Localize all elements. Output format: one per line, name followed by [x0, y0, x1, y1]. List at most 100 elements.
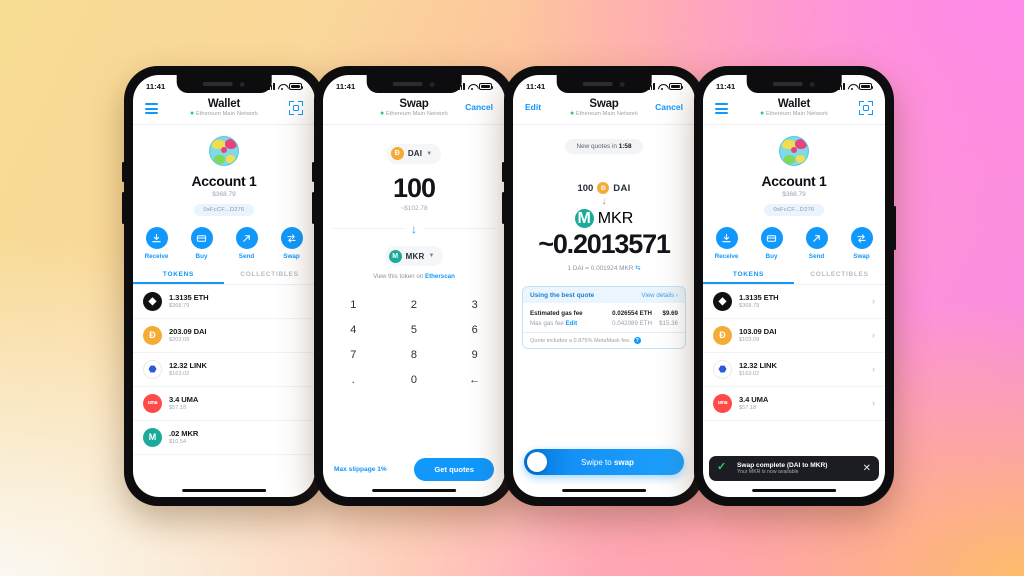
edit-link[interactable]: Edit: [525, 98, 541, 112]
quote-fee-rows: Estimated gas fee 0.026554 ETH $9.69 Max…: [523, 303, 685, 332]
help-icon[interactable]: ?: [633, 337, 641, 345]
home-indicator: [752, 489, 836, 492]
key-4[interactable]: 4: [323, 317, 384, 342]
avatar: [779, 136, 809, 166]
tab-collectibles[interactable]: COLLECTIBLES: [794, 271, 885, 284]
key-decimal[interactable]: .: [323, 367, 384, 392]
header-titles: Wallet ● Ethereum Main Network: [703, 98, 885, 117]
swap-button[interactable]: Swap: [276, 227, 308, 260]
edit-gas-link[interactable]: Edit: [565, 320, 577, 327]
receive-button[interactable]: Receive: [141, 227, 173, 260]
scan-qr-icon[interactable]: [859, 101, 873, 115]
account-balance: $368.79: [782, 191, 806, 198]
quote-to-symbol: MKR: [597, 209, 634, 227]
key-5[interactable]: 5: [384, 317, 445, 342]
account-address-pill[interactable]: 0xFcCF...D276: [193, 204, 255, 216]
etherscan-link[interactable]: Etherscan: [425, 273, 455, 280]
app-header: Edit Swap ● Ethereum Main Network Cancel: [513, 95, 695, 125]
get-quotes-button[interactable]: Get quotes: [414, 458, 494, 481]
chevron-down-icon: ▼: [428, 253, 435, 259]
chevron-right-icon: ›: [872, 398, 875, 408]
status-time: 11:41: [336, 82, 356, 91]
receive-label: Receive: [714, 252, 739, 260]
cancel-link[interactable]: Cancel: [655, 98, 683, 112]
hamburger-menu-icon[interactable]: [145, 98, 158, 115]
key-9[interactable]: 9: [444, 342, 505, 367]
key-0[interactable]: 0: [384, 367, 445, 392]
quote-to-row: M MKR: [513, 209, 695, 228]
swipe-to-swap-slider[interactable]: Swipe to swap: [524, 449, 684, 475]
phone-wallet-right: 11:41 Wallet ● Ethereum Main Network Acc…: [694, 66, 896, 506]
key-2[interactable]: 2: [384, 292, 445, 317]
card-icon: [760, 227, 783, 249]
table-row: Estimated gas fee 0.026554 ETH $9.69: [530, 308, 678, 318]
key-backspace[interactable]: ←: [444, 367, 505, 392]
slider-knob[interactable]: [527, 452, 547, 472]
battery-icon: [479, 83, 494, 90]
check-circle-icon: ✓: [717, 460, 727, 473]
table-row[interactable]: Đ 203.09 DAI $203.09: [133, 319, 315, 353]
key-1[interactable]: 1: [323, 292, 384, 317]
mkr-icon: M: [388, 249, 402, 263]
token-amount: 3.4 UMA: [739, 395, 769, 404]
receive-button[interactable]: Receive: [711, 227, 743, 260]
toast-subtitle: Your MKR is now available: [737, 469, 799, 475]
key-8[interactable]: 8: [384, 342, 445, 367]
swap-quote-body: New quotes in 1:58 100 Đ DAI ↓ M MKR ~0.…: [513, 125, 695, 475]
token-amount: 103.09 DAI: [739, 327, 777, 336]
send-button[interactable]: Send: [231, 227, 263, 260]
table-row[interactable]: uma 3.4 UMA $57.18 ›: [703, 387, 885, 421]
quote-rate: 1 DAI = 0.001924 MKR ⇆: [567, 265, 641, 272]
notch: [746, 75, 842, 93]
buy-button[interactable]: Buy: [756, 227, 788, 260]
token-list: ◆ 1.3135 ETH $368.79 Đ 203.09 DAI $203.0…: [133, 285, 315, 455]
key-7[interactable]: 7: [323, 342, 384, 367]
table-row[interactable]: uma 3.4 UMA $57.18: [133, 387, 315, 421]
close-icon[interactable]: ✕: [863, 463, 871, 474]
battery-icon: [859, 83, 874, 90]
table-row[interactable]: ◆ 1.3135 ETH $368.79 ›: [703, 285, 885, 319]
max-slippage-link[interactable]: Max slippage 1%: [334, 466, 387, 473]
scan-qr-icon[interactable]: [289, 101, 303, 115]
swap-button[interactable]: Swap: [846, 227, 878, 260]
view-details-link[interactable]: View details ›: [641, 292, 678, 299]
buy-button[interactable]: Buy: [186, 227, 218, 260]
link-icon: ⬣: [143, 359, 162, 379]
swap-label: Swap: [853, 252, 870, 260]
swap-label: Swap: [283, 252, 300, 260]
eth-icon: ◆: [713, 291, 732, 311]
tab-tokens[interactable]: TOKENS: [133, 271, 224, 284]
table-row[interactable]: ⬣ 12.32 LINK $163.02: [133, 353, 315, 387]
from-token-selector[interactable]: Đ DAI ▼: [386, 143, 442, 164]
swap-arrows-icon: [280, 227, 303, 249]
swap-arrows-icon: [850, 227, 873, 249]
account-name: Account 1: [761, 173, 827, 189]
swap-amount-value: 100: [392, 172, 436, 203]
table-row[interactable]: ⬣ 12.32 LINK $163.02 ›: [703, 353, 885, 387]
quote-to-amount: ~0.2013571: [538, 229, 671, 259]
table-row[interactable]: M .02 MKR $10.54: [133, 421, 315, 455]
swap-footer: Max slippage 1% Get quotes: [323, 458, 505, 481]
tab-collectibles[interactable]: COLLECTIBLES: [224, 271, 315, 284]
table-row[interactable]: ◆ 1.3135 ETH $368.79: [133, 285, 315, 319]
send-label: Send: [238, 252, 255, 260]
token-fiat: $57.18: [739, 405, 757, 411]
key-3[interactable]: 3: [444, 292, 505, 317]
phone-screen: 11:41 Wallet ● Ethereum Main Network Acc…: [703, 75, 885, 497]
account-address-pill[interactable]: 0xFcCF...D276: [763, 204, 825, 216]
cancel-link[interactable]: Cancel: [465, 98, 493, 112]
mkr-icon: M: [143, 427, 162, 447]
table-row: Max gas fee Edit 0.042089 ETH $15.36: [530, 318, 678, 328]
dai-icon: Đ: [143, 325, 162, 345]
to-token-selector[interactable]: M MKR ▼: [384, 246, 444, 266]
receive-label: Receive: [144, 252, 169, 260]
refresh-rate-icon[interactable]: ⇆: [635, 265, 640, 272]
app-header: Wallet ● Ethereum Main Network: [133, 95, 315, 125]
tab-tokens[interactable]: TOKENS: [703, 271, 794, 284]
send-button[interactable]: Send: [801, 227, 833, 260]
token-fiat: $57.18: [169, 405, 187, 411]
key-6[interactable]: 6: [444, 317, 505, 342]
down-arrow-icon[interactable]: ↓: [405, 223, 423, 235]
table-row[interactable]: Đ 103.09 DAI $103.09 ›: [703, 319, 885, 353]
hamburger-menu-icon[interactable]: [715, 98, 728, 115]
